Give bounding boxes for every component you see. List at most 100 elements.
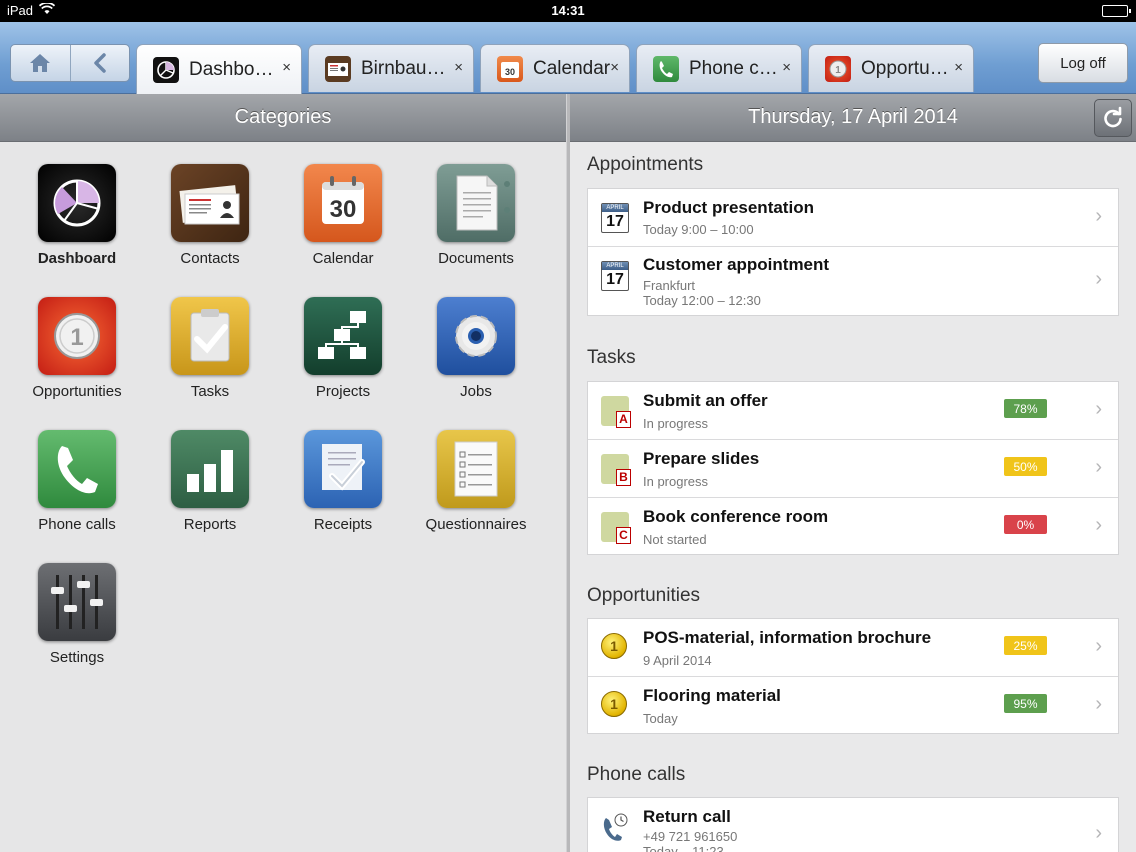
tasks-list: A Submit an offer In progress 78% › B Pr… <box>587 381 1119 555</box>
phone-calls-list: Return call +49 721 961650 Today – 11:23… <box>587 797 1119 852</box>
tasks-icon <box>171 297 249 375</box>
chevron-right-icon: › <box>1095 514 1102 536</box>
category-label: Opportunities <box>32 383 122 400</box>
opportunities-list: 1 POS-material, information brochure 9 A… <box>587 618 1119 734</box>
category-label: Receipts <box>313 516 373 533</box>
settings-sliders-icon <box>38 563 116 641</box>
refresh-icon <box>1104 106 1122 128</box>
chevron-right-icon: › <box>1095 205 1102 227</box>
appointments-list: APRIL 17 Product presentation Today 9:00… <box>587 188 1119 316</box>
calendar-icon: 30 <box>497 55 523 82</box>
chevron-right-icon: › <box>1095 268 1102 290</box>
contacts-icon <box>171 164 249 242</box>
task-clipboard-icon: C <box>601 512 631 544</box>
appointment-time: Today 9:00 – 10:00 <box>643 222 754 237</box>
tab-label: Opportu… <box>861 57 949 79</box>
opportunity-item[interactable]: 1 POS-material, information brochure 9 A… <box>588 619 1118 677</box>
tab-label: Calendar <box>533 57 611 79</box>
tab-close-button[interactable]: × <box>954 59 963 76</box>
opportunities-section-title: Opportunities <box>587 585 701 606</box>
category-label: Documents <box>438 250 514 267</box>
category-label: Phone calls <box>38 516 116 533</box>
task-item[interactable]: C Book conference room Not started 0% › <box>588 498 1118 554</box>
task-item[interactable]: A Submit an offer In progress 78% › <box>588 382 1118 440</box>
dashboard-icon <box>153 56 179 83</box>
task-status: In progress <box>643 416 709 431</box>
task-item[interactable]: B Prepare slides In progress 50% › <box>588 440 1118 498</box>
tab-phone-calls[interactable]: Phone c… × <box>636 44 802 92</box>
home-button[interactable] <box>11 45 70 81</box>
category-projects[interactable]: Projects <box>283 297 403 400</box>
task-clipboard-icon: B <box>601 454 631 486</box>
category-contacts[interactable]: Contacts <box>150 164 270 267</box>
category-receipts[interactable]: Receipts <box>283 430 403 533</box>
log-off-button[interactable]: Log off <box>1038 43 1128 83</box>
tab-close-button[interactable]: × <box>454 59 463 76</box>
back-button[interactable] <box>69 45 129 81</box>
tab-label: Phone c… <box>689 57 778 79</box>
contact-card-icon <box>325 55 351 82</box>
appointment-time: Today 12:00 – 12:30 <box>643 293 761 308</box>
phone-call-item[interactable]: Return call +49 721 961650 Today – 11:23… <box>588 798 1118 852</box>
dashboard-date: Thursday, 17 April 2014 <box>748 106 958 128</box>
tab-label: Dashbo… <box>189 58 274 80</box>
category-dashboard[interactable]: Dashboard <box>17 164 137 267</box>
category-phone-calls[interactable]: Phone calls <box>17 430 137 533</box>
appointment-location: Frankfurt <box>643 278 696 293</box>
calendar-day-number: 30 <box>330 196 357 223</box>
category-jobs[interactable]: Jobs <box>416 297 536 400</box>
tab-dashboard[interactable]: Dashbo… × <box>136 44 302 94</box>
category-settings[interactable]: Settings <box>17 563 137 666</box>
tab-close-button[interactable]: × <box>282 59 291 76</box>
status-time: 14:31 <box>551 3 585 18</box>
category-label: Questionnaires <box>425 516 527 533</box>
opportunities-icon: 1 <box>38 297 116 375</box>
calendar-icon: 30 <box>304 164 382 242</box>
calendar-date-icon: APRIL 17 <box>601 203 629 233</box>
status-bar: iPad 14:31 <box>0 0 1136 22</box>
task-title: Book conference room <box>643 507 829 526</box>
phone-call-time: Today – 11:23 <box>643 844 724 852</box>
category-label: Tasks <box>190 383 230 400</box>
tab-opportunities[interactable]: 1 Opportu… × <box>808 44 974 92</box>
tab-calendar[interactable]: 30 Calendar × <box>480 44 630 92</box>
opportunity-item[interactable]: 1 Flooring material Today 95% › <box>588 677 1118 733</box>
category-documents[interactable]: Documents <box>416 164 536 267</box>
opportunity-date: Today <box>643 711 678 726</box>
opportunity-icon: 1 <box>825 55 851 82</box>
coin-icon: 1 <box>601 691 629 721</box>
category-label: Calendar <box>312 250 374 267</box>
appointment-item[interactable]: APRIL 17 Customer appointment Frankfurt … <box>588 247 1118 315</box>
probability-badge: 25% <box>1004 636 1047 655</box>
appointment-title: Product presentation <box>643 198 814 217</box>
dashboard-panel: Thursday, 17 April 2014 Appointments APR… <box>570 94 1136 852</box>
refresh-button[interactable] <box>1094 99 1132 137</box>
coin-icon: 1 <box>601 633 629 663</box>
tab-label: Birnbau… <box>361 57 446 79</box>
category-tasks[interactable]: Tasks <box>150 297 270 400</box>
category-reports[interactable]: Reports <box>150 430 270 533</box>
phone-call-title: Return call <box>643 807 731 826</box>
task-title: Submit an offer <box>643 391 768 410</box>
chevron-right-icon: › <box>1095 456 1102 478</box>
category-calendar[interactable]: 30 Calendar <box>283 164 403 267</box>
home-icon <box>30 54 51 72</box>
probability-badge: 95% <box>1004 694 1047 713</box>
category-questionnaires[interactable]: Questionnaires <box>416 430 536 533</box>
category-label: Reports <box>183 516 237 533</box>
task-clipboard-icon: A <box>601 396 631 428</box>
tasks-section-title: Tasks <box>587 347 636 368</box>
progress-badge: 50% <box>1004 457 1047 476</box>
chevron-right-icon: › <box>1095 822 1102 844</box>
appointment-item[interactable]: APRIL 17 Product presentation Today 9:00… <box>588 189 1118 247</box>
category-label: Contacts <box>180 250 240 267</box>
tab-close-button[interactable]: × <box>610 59 619 76</box>
category-label: Projects <box>315 383 371 400</box>
tab-contact[interactable]: Birnbau… × <box>308 44 474 92</box>
dashboard-icon <box>38 164 116 242</box>
receipts-icon <box>304 430 382 508</box>
tab-close-button[interactable]: × <box>782 59 791 76</box>
projects-icon <box>304 297 382 375</box>
back-arrow-icon <box>94 53 106 73</box>
category-opportunities[interactable]: 1 Opportunities <box>17 297 137 400</box>
